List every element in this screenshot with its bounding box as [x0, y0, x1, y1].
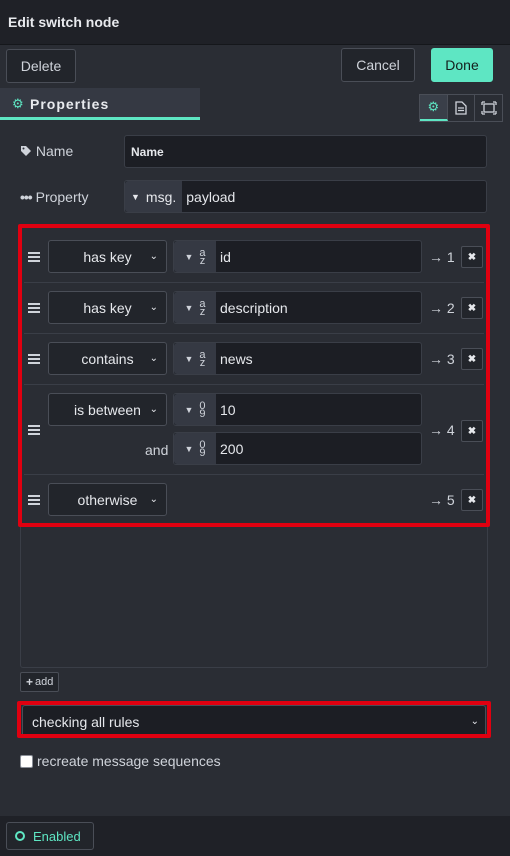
- remove-rule-close-icon[interactable]: ✖: [461, 420, 483, 442]
- circle-icon: [15, 831, 25, 841]
- rule-value: description: [220, 299, 288, 316]
- number-type-icon[interactable]: ▼ 0 9: [174, 433, 216, 464]
- add-rule-label: add: [35, 676, 54, 688]
- tab-icon-group: ⚙: [419, 94, 503, 122]
- rule-value-input[interactable]: ▼ 0 9 10: [173, 393, 422, 426]
- check-mode-value: checking all rules: [32, 713, 140, 730]
- remove-rule-close-icon[interactable]: ✖: [461, 246, 483, 268]
- rule-output-label: → 1: [429, 249, 455, 265]
- rule-operator-value: has key: [83, 248, 132, 265]
- add-rule-button[interactable]: + add: [20, 672, 60, 692]
- string-type-icon[interactable]: ▼ a z: [174, 343, 216, 374]
- rule-output-label: → 4: [429, 422, 455, 438]
- rule-operator-select[interactable]: has key ⌄: [48, 291, 167, 324]
- rule-operator-select[interactable]: has key ⌄: [48, 240, 167, 273]
- drag-handle-icon[interactable]: [28, 252, 40, 262]
- string-type-icon[interactable]: ▼ a z: [174, 241, 216, 272]
- rule-output-label: → 3: [429, 351, 455, 367]
- rule-output-label: → 5: [429, 492, 455, 508]
- drag-handle-icon[interactable]: [28, 495, 40, 505]
- rule-operator-select[interactable]: is between ⌄: [48, 393, 167, 426]
- remove-rule-close-icon[interactable]: ✖: [461, 489, 483, 511]
- rule-row: has key ⌄ ▼ a z description → 2 ✖: [24, 283, 484, 334]
- recreate-sequences-label: recreate message sequences: [37, 753, 221, 769]
- rule-value: news: [220, 350, 253, 367]
- property-label-row: ••• Property: [20, 189, 89, 205]
- delete-button[interactable]: Delete: [6, 49, 76, 83]
- rule-value: id: [220, 248, 231, 265]
- tag-icon: [20, 143, 36, 159]
- rule-operator-select[interactable]: otherwise ⌄: [48, 483, 167, 516]
- tab-properties-label: Properties: [30, 96, 110, 112]
- rule-value-input[interactable]: ▼ a z id: [173, 240, 422, 273]
- caret-down-icon: ▼: [131, 191, 140, 202]
- property-prefix: msg.: [145, 188, 177, 205]
- plus-icon: +: [26, 675, 34, 689]
- dialog-titlebar: Edit switch node: [0, 0, 510, 45]
- settings-tab-gear-icon[interactable]: ⚙: [420, 95, 448, 121]
- name-label-row: Name: [20, 143, 73, 159]
- done-button[interactable]: Done: [431, 48, 493, 82]
- drag-handle-icon[interactable]: [28, 354, 40, 364]
- string-type-icon[interactable]: ▼ a z: [174, 292, 216, 323]
- property-value: payload: [186, 188, 236, 205]
- rule-value: 10: [220, 401, 236, 418]
- enabled-label: Enabled: [33, 828, 81, 844]
- rule-value2: 200: [220, 440, 244, 457]
- appearance-tab-frame-icon[interactable]: [475, 95, 502, 121]
- property-input[interactable]: ▼ msg. payload: [124, 180, 487, 213]
- recreate-sequences-checkbox[interactable]: [20, 754, 33, 768]
- ellipsis-icon: •••: [20, 189, 33, 205]
- rule-operator-value: otherwise: [77, 491, 138, 508]
- rule-operator-select[interactable]: contains ⌄: [48, 342, 167, 375]
- recreate-sequences-row[interactable]: recreate message sequences: [20, 753, 221, 769]
- rule-row: otherwise ⌄ → 5 ✖: [24, 475, 484, 523]
- cancel-button[interactable]: Cancel: [341, 48, 415, 82]
- number-type-icon[interactable]: ▼ 0 9: [174, 394, 216, 425]
- rule-row: has key ⌄ ▼ a z id → 1 ✖: [24, 232, 484, 283]
- rule-operator-value: is between: [74, 401, 141, 418]
- rule-output-label: → 2: [429, 300, 455, 316]
- rule-value-input[interactable]: ▼ a z news: [173, 342, 422, 375]
- name-input[interactable]: Name: [124, 135, 487, 168]
- rule-row: contains ⌄ ▼ a z news → 3 ✖: [24, 334, 484, 385]
- rule-operator-value: contains: [81, 350, 134, 367]
- gear-icon: ⚙: [12, 96, 24, 111]
- check-mode-select[interactable]: checking all rules ⌄: [22, 705, 486, 738]
- name-label: Name: [35, 143, 74, 159]
- property-label: Property: [35, 189, 89, 205]
- remove-rule-close-icon[interactable]: ✖: [461, 348, 483, 370]
- tab-properties[interactable]: ⚙ Properties: [0, 88, 200, 120]
- rule-and-label: and: [145, 442, 169, 458]
- rule-operator-value: has key: [83, 299, 132, 316]
- rule-value-input[interactable]: ▼ a z description: [173, 291, 422, 324]
- drag-handle-icon[interactable]: [28, 303, 40, 313]
- property-type-button[interactable]: ▼ msg.: [125, 181, 183, 212]
- enabled-toggle[interactable]: Enabled: [6, 822, 94, 850]
- dialog-title: Edit switch node: [8, 14, 120, 30]
- description-tab-document-icon[interactable]: [448, 95, 476, 121]
- rule-row: is between ⌄ ▼ 0 9 10 and ▼ 0 9 200 → 4 ✖: [24, 385, 484, 475]
- remove-rule-close-icon[interactable]: ✖: [461, 297, 483, 319]
- rule-value2-input[interactable]: ▼ 0 9 200: [173, 432, 422, 465]
- drag-handle-icon[interactable]: [28, 425, 40, 435]
